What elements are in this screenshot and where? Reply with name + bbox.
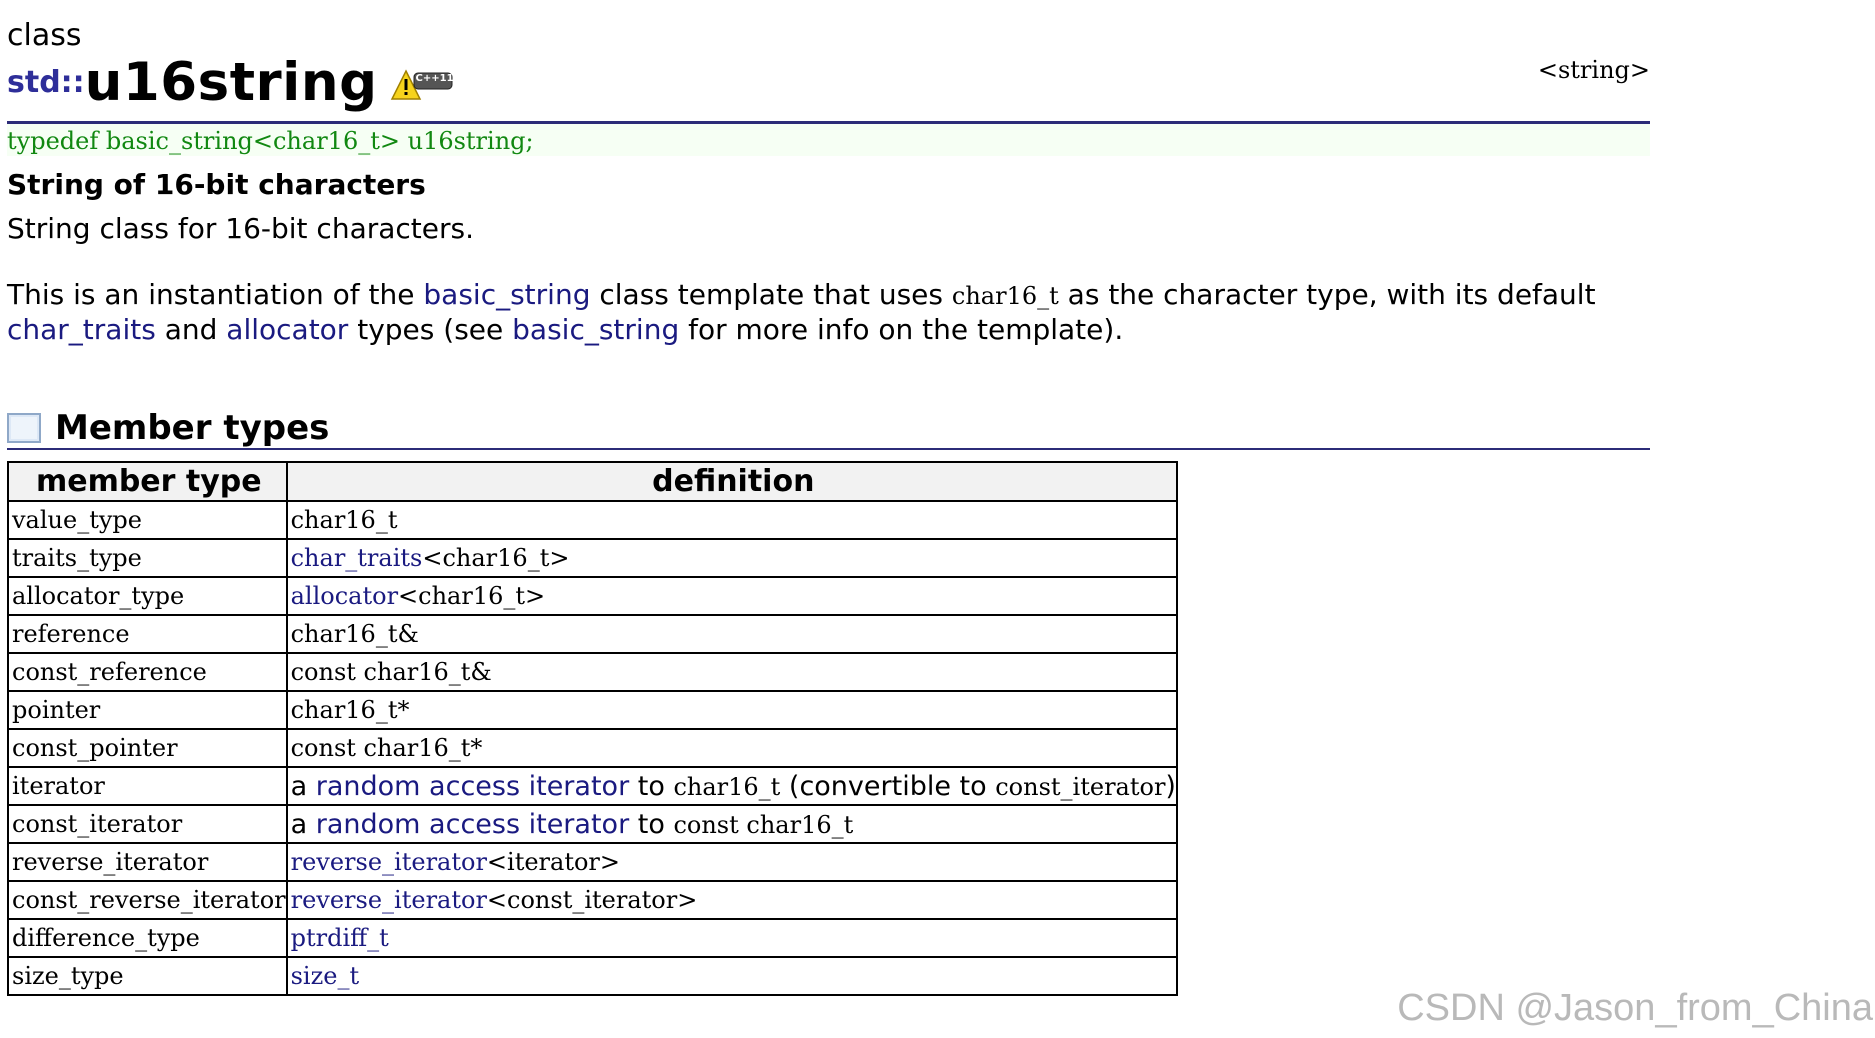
member-type-cell: iterator — [7, 766, 288, 806]
description-paragraph: This is an instantiation of the basic_st… — [7, 278, 1627, 347]
definition-code: <char16_t> — [422, 544, 570, 572]
desc-code: char16_t — [951, 282, 1059, 310]
definition-code: char16_t — [290, 506, 398, 534]
definition-code: char16_t* — [290, 696, 410, 724]
class-name: u16string — [84, 52, 378, 113]
member-types-table: member type definition value_type char16… — [7, 461, 1178, 996]
section-title: Member types — [55, 408, 330, 448]
definition-text: to — [629, 808, 674, 840]
basic-string-link[interactable]: basic_string — [423, 278, 590, 311]
definition-cell: char_traits<char16_t> — [285, 538, 1178, 578]
member-type-cell: pointer — [7, 690, 288, 730]
definition-cell: char16_t& — [285, 614, 1178, 654]
definition-cell: char16_t* — [285, 690, 1178, 730]
column-header: definition — [285, 461, 1178, 502]
definition-cell: const char16_t& — [285, 652, 1178, 692]
table-row: iterator a random access iterator to cha… — [7, 766, 1178, 806]
definition-code: const char16_t& — [290, 658, 492, 686]
desc-text: This is an instantiation of the — [7, 278, 424, 311]
table-row: reverse_iterator reverse_iterator<iterat… — [7, 842, 1178, 882]
watermark: CSDN @Jason_from_China — [1397, 987, 1873, 1029]
table-row: traits_type char_traits<char16_t> — [7, 538, 1178, 578]
member-type-cell: reference — [7, 614, 288, 654]
desc-text: for more info on the template). — [679, 313, 1124, 346]
badge-label: C++11 — [415, 72, 454, 84]
table-icon — [7, 413, 41, 443]
desc-text: and — [155, 313, 227, 346]
definition-text: a — [290, 808, 316, 840]
desc-text: class template that uses — [590, 278, 952, 311]
definition-cell: allocator<char16_t> — [285, 576, 1178, 616]
char-traits-link[interactable]: char_traits — [7, 313, 156, 346]
allocator-link[interactable]: allocator — [226, 313, 348, 346]
table-row: const_iterator a random access iterator … — [7, 804, 1178, 844]
definition-code: <iterator> — [486, 848, 621, 876]
member-type-cell: const_reverse_iterator — [7, 880, 288, 920]
random-access-iterator-link[interactable]: random access iterator — [316, 771, 629, 802]
table-row: difference_type ptrdiff_t — [7, 918, 1178, 958]
table-header-row: member type definition — [7, 461, 1178, 502]
table-row: reference char16_t& — [7, 614, 1178, 654]
table-row: const_pointer const char16_t* — [7, 728, 1178, 768]
member-type-cell: const_pointer — [7, 728, 288, 768]
definition-text: ) — [1165, 770, 1176, 802]
basic-string-link[interactable]: basic_string — [512, 313, 679, 346]
table-row: const_reverse_iterator reverse_iterator<… — [7, 880, 1178, 920]
cpp11-badge: C++11 — [390, 67, 454, 103]
page-title: std:: u16string C++11 — [7, 56, 454, 109]
section-divider — [7, 448, 1650, 450]
definition-cell: reverse_iterator<const_iterator> — [285, 880, 1178, 920]
definition-code: const char16_t — [673, 810, 854, 839]
random-access-iterator-link[interactable]: random access iterator — [316, 809, 629, 840]
member-type-cell: size_type — [7, 956, 288, 996]
allocator-link[interactable]: allocator — [291, 582, 398, 610]
member-type-cell: traits_type — [7, 538, 288, 578]
char-traits-link[interactable]: char_traits — [291, 544, 423, 572]
member-type-cell: value_type — [7, 500, 288, 540]
table-row: allocator_type allocator<char16_t> — [7, 576, 1178, 616]
member-type-cell: difference_type — [7, 918, 288, 958]
reverse-iterator-link[interactable]: reverse_iterator — [291, 886, 487, 914]
definition-cell: a random access iterator to char16_t (co… — [285, 766, 1178, 806]
definition-text: a — [290, 770, 316, 802]
definition-code: const char16_t* — [290, 734, 483, 762]
definition-cell: char16_t — [285, 500, 1178, 540]
definition-cell: ptrdiff_t — [285, 918, 1178, 958]
header-file-label: <string> — [1537, 56, 1650, 84]
reverse-iterator-link[interactable]: reverse_iterator — [291, 848, 487, 876]
table-row: size_type size_t — [7, 956, 1178, 996]
size-t-link[interactable]: size_t — [291, 962, 359, 990]
definition-cell: const char16_t* — [285, 728, 1178, 768]
member-type-cell: const_reference — [7, 652, 288, 692]
column-header: member type — [7, 461, 288, 502]
definition-code: char16_t — [673, 772, 781, 801]
member-type-cell: allocator_type — [7, 576, 288, 616]
summary-text: String class for 16-bit characters. — [7, 212, 475, 245]
table-row: pointer char16_t* — [7, 690, 1178, 730]
member-type-cell: reverse_iterator — [7, 842, 288, 882]
definition-code: char16_t& — [290, 620, 419, 648]
definition-code: <char16_t> — [398, 582, 546, 610]
ptrdiff-t-link[interactable]: ptrdiff_t — [291, 924, 389, 952]
definition-cell: a random access iterator to const char16… — [285, 804, 1178, 844]
entity-kind: class — [7, 18, 82, 53]
definition-cell: reverse_iterator<iterator> — [285, 842, 1178, 882]
member-type-cell: const_iterator — [7, 804, 288, 844]
desc-text: as the character type, with its default — [1058, 278, 1596, 311]
typedef-declaration: typedef basic_string<char16_t> u16string… — [7, 127, 534, 155]
reference-page: class std:: u16string C++11 <string> typ… — [0, 0, 1875, 1038]
desc-text: types (see — [348, 313, 513, 346]
definition-text: to — [629, 770, 674, 802]
table-row: const_reference const char16_t& — [7, 652, 1178, 692]
namespace-link[interactable]: std:: — [7, 65, 85, 100]
page-subtitle: String of 16-bit characters — [7, 168, 426, 201]
table-row: value_type char16_t — [7, 500, 1178, 540]
definition-text: (convertible to — [780, 770, 996, 802]
definition-cell: size_t — [285, 956, 1178, 996]
definition-code: <const_iterator> — [486, 886, 698, 914]
definition-code: const_iterator — [995, 772, 1166, 801]
